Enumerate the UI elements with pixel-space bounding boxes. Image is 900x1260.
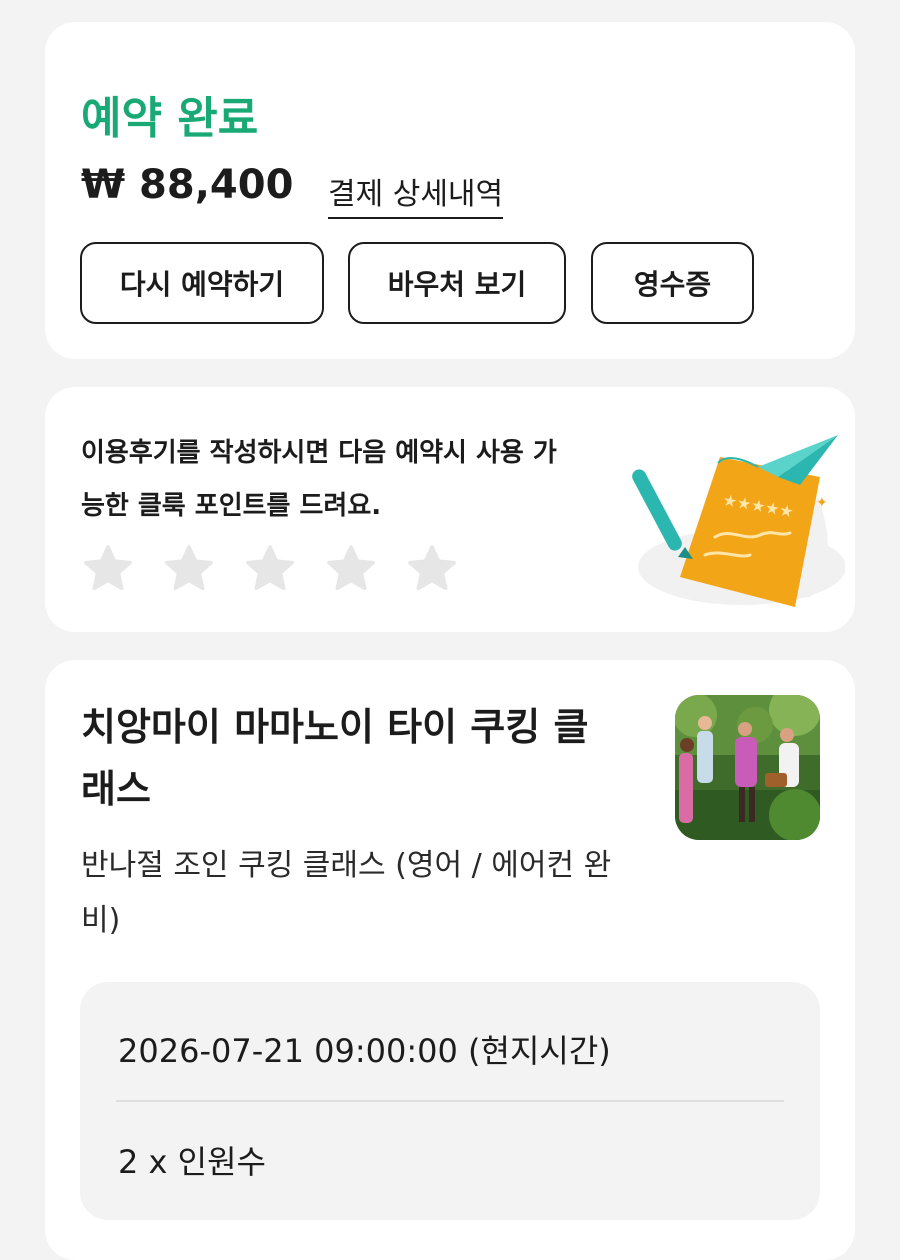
product-option: 반나절 조인 쿠킹 클래스 (영어 / 에어컨 완비) [81, 848, 612, 938]
booking-status-title: 예약 완료 [81, 93, 259, 144]
review-prompt-line-2: 능한 클룩 포인트를 드려요. [81, 491, 382, 521]
review-prompt-card: 이용후기를 작성하시면 다음 예약시 사용 가 능한 클룩 포인트를 드려요. … [45, 387, 855, 632]
booking-status-card: 예약 완료 ₩ 88,400 결제 상세내역 다시 예약하기 바우처 보기 영수… [45, 22, 855, 359]
product-card: 치앙마이 마마노이 타이 쿠킹 클래스 반나절 조인 쿠킹 클래스 (영어 / … [45, 660, 855, 1260]
booking-datetime: 2026-07-21 09:00:00 (현지시간) [118, 1032, 611, 1070]
participant-count: 2 x 인원수 [118, 1143, 266, 1181]
product-thumbnail[interactable] [675, 695, 820, 840]
product-title[interactable]: 치앙마이 마마노이 타이 쿠킹 클래스 [81, 696, 621, 820]
receipt-button[interactable]: 영수증 [591, 242, 754, 324]
review-illustration-icon: ★★★★★ ✦ [632, 435, 845, 607]
star-2-icon[interactable] [162, 542, 216, 596]
cooking-class-photo-icon [675, 695, 820, 840]
booking-info-box: 2026-07-21 09:00:00 (현지시간) 2 x 인원수 [80, 982, 820, 1220]
review-prompt-text: 이용후기를 작성하시면 다음 예약시 사용 가 능한 클룩 포인트를 드려요. [81, 427, 621, 533]
divider [116, 1100, 784, 1102]
rebook-button[interactable]: 다시 예약하기 [80, 242, 324, 324]
view-voucher-button[interactable]: 바우처 보기 [348, 242, 566, 324]
star-3-icon[interactable] [243, 542, 297, 596]
review-prompt-line-1: 이용후기를 작성하시면 다음 예약시 사용 가 [81, 438, 557, 468]
total-price: ₩ 88,400 [81, 162, 294, 208]
svg-text:✦: ✦ [816, 495, 828, 511]
star-4-icon[interactable] [324, 542, 378, 596]
star-rating[interactable] [81, 542, 459, 596]
star-5-icon[interactable] [405, 542, 459, 596]
star-1-icon[interactable] [81, 542, 135, 596]
payment-details-link[interactable]: 결제 상세내역 [328, 169, 504, 219]
